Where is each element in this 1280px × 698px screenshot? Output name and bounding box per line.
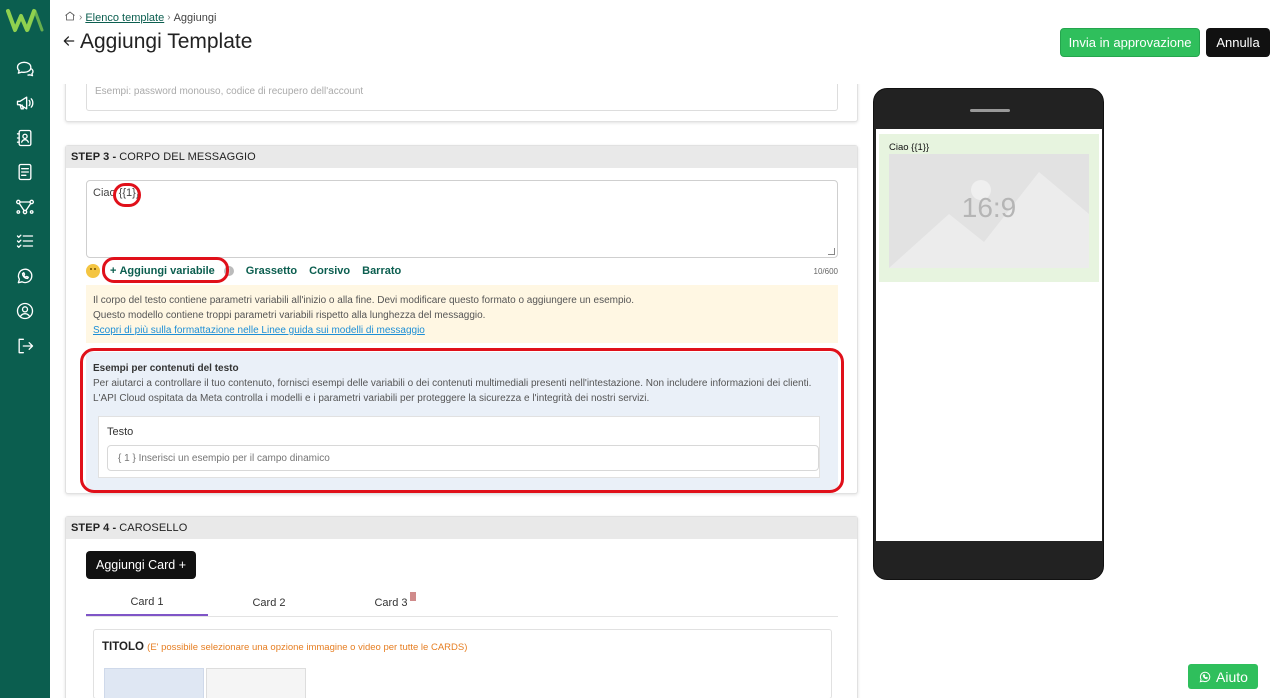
submit-for-approval-button[interactable]: Invia in approvazione	[1060, 28, 1200, 57]
brand-logo-icon[interactable]	[6, 8, 44, 34]
account-icon[interactable]	[14, 300, 36, 322]
page-title-text: Aggiungi Template	[80, 30, 253, 53]
back-arrow-icon[interactable]	[62, 30, 76, 54]
breadcrumb-separator-icon: ›	[79, 12, 83, 23]
template-document-icon[interactable]	[14, 161, 36, 183]
variable-highlight-circle	[113, 183, 141, 207]
emoji-icon[interactable]	[86, 264, 100, 278]
card-tabs: Card 1 Card 2 Card 3	[86, 589, 838, 617]
footer-input[interactable]: Esempi: password monouso, codice di recu…	[86, 84, 838, 111]
tab-card-2[interactable]: Card 2	[208, 589, 330, 616]
whatsapp-icon[interactable]	[14, 265, 36, 287]
step3-header: STEP 3 - CORPO DEL MESSAGGIO	[66, 146, 857, 168]
strikethrough-button[interactable]: Barrato	[362, 265, 401, 277]
phone-screen: Ciao {{1}} 16:9	[876, 129, 1102, 541]
page-title: Aggiungi Template	[62, 30, 252, 54]
bold-button[interactable]: Grassetto	[246, 265, 297, 277]
checklist-icon[interactable]	[14, 230, 36, 252]
media-option-image[interactable]	[104, 668, 204, 698]
card-title-label: TITOLO	[102, 641, 144, 653]
home-icon[interactable]	[64, 10, 76, 25]
warning-line: Il corpo del testo contiene parametri va…	[93, 295, 635, 306]
step3-title: CORPO DEL MESSAGGIO	[119, 151, 256, 163]
media-ratio-label: 16:9	[961, 192, 1017, 223]
help-button[interactable]: Aiuto	[1188, 664, 1258, 689]
add-variable-highlight	[102, 257, 229, 283]
preview-message-bubble: Ciao {{1}} 16:9	[879, 134, 1099, 282]
media-placeholder-image: 16:9	[889, 154, 1089, 268]
message-body-textarea[interactable]: Ciao {{1}}	[86, 180, 838, 258]
whatsapp-icon	[1199, 671, 1211, 682]
breadcrumb: › Elenco template › Aggiungi	[64, 10, 216, 25]
sidebar	[0, 0, 50, 698]
guidelines-link[interactable]: Scopri di più sulla formattazione nelle …	[93, 323, 831, 338]
cancel-button[interactable]: Annulla	[1206, 28, 1270, 57]
warning-box: Il corpo del testo contiene parametri va…	[86, 285, 838, 343]
character-counter: 10/600	[813, 266, 838, 276]
contacts-icon[interactable]	[14, 127, 36, 149]
tab-card-1[interactable]: Card 1	[86, 589, 208, 616]
megaphone-icon[interactable]	[14, 92, 36, 114]
logout-icon[interactable]	[14, 335, 36, 357]
step4-header: STEP 4 - CAROSELLO	[66, 517, 857, 539]
help-label: Aiuto	[1216, 668, 1248, 685]
italic-button[interactable]: Corsivo	[309, 265, 350, 277]
step3-label: STEP 3 -	[71, 151, 117, 163]
step4-title: CAROSELLO	[119, 522, 188, 534]
remove-card-icon[interactable]	[410, 592, 416, 601]
phone-speaker	[970, 109, 1010, 112]
step2-footer-card: Esempi: password monouso, codice di recu…	[65, 84, 858, 122]
chat-icon[interactable]	[14, 58, 36, 80]
breadcrumb-current: Aggiungi	[173, 11, 217, 24]
phone-preview: Ciao {{1}} 16:9	[873, 88, 1104, 580]
resize-handle-icon[interactable]	[828, 248, 835, 255]
card-title-section: TITOLO (E' possibile selezionare una opz…	[93, 629, 832, 698]
breadcrumb-separator-icon: ›	[167, 12, 171, 23]
step3-card: STEP 3 - CORPO DEL MESSAGGIO Ciao {{1}} …	[65, 145, 858, 494]
add-card-button[interactable]: Aggiungi Card +	[86, 551, 196, 579]
preview-message-text: Ciao {{1}}	[889, 142, 930, 153]
tab-card-3-label: Card 3	[374, 596, 408, 609]
tab-card-3[interactable]: Card 3	[330, 589, 452, 616]
flow-icon[interactable]	[14, 196, 36, 218]
warning-line: Questo modello contiene troppi parametri…	[93, 310, 486, 321]
media-option-video[interactable]	[206, 668, 306, 698]
step4-card: STEP 4 - CAROSELLO Aggiungi Card + Card …	[65, 516, 858, 698]
step4-label: STEP 4 -	[71, 522, 117, 534]
card-title-heading: TITOLO (E' possibile selezionare una opz…	[102, 641, 467, 653]
examples-highlight	[80, 348, 844, 493]
app-root: › Elenco template › Aggiungi Aggiungi Te…	[0, 0, 1280, 698]
card-title-hint: (E' possibile selezionare una opzione im…	[147, 642, 468, 653]
breadcrumb-link-template-list[interactable]: Elenco template	[85, 12, 164, 24]
